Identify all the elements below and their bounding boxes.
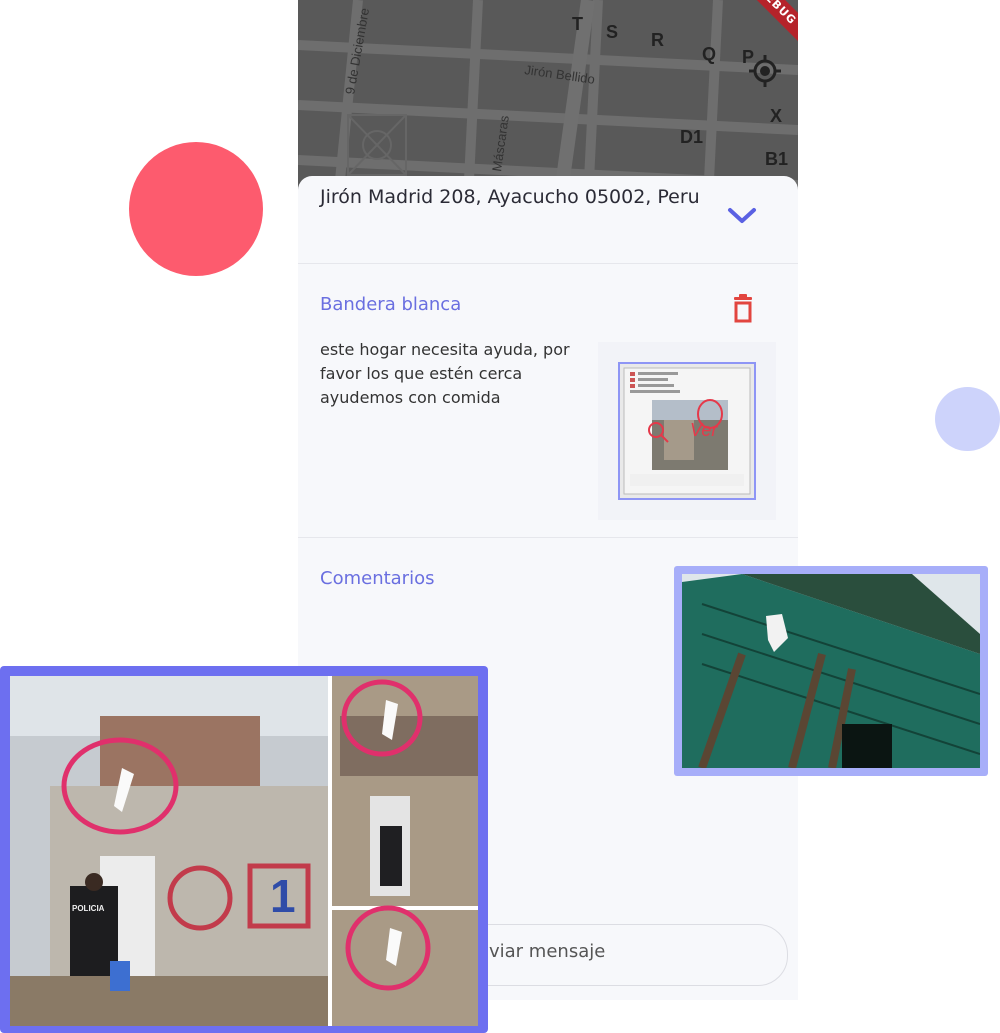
map-label-p: P [742,47,754,67]
trash-icon[interactable] [728,294,758,324]
map-label-t: T [572,14,583,34]
chevron-down-icon[interactable] [724,202,760,228]
map-label-s: S [606,22,618,42]
map-label-b1: B1 [765,149,788,169]
photo-white-flag-collage: 1 POLICIA [10,676,478,1026]
collage-police-label: POLICIA [72,904,105,913]
map-label-q: Q [702,44,716,64]
photo-green-house [682,574,980,768]
map-label-d1: D1 [680,127,703,147]
divider [298,263,798,264]
comments-title: Comentarios [320,568,435,589]
map-streets: T S R Q P X D1 B1 9 de Diciembre Jirón B… [298,0,798,200]
photo-green-house-card [674,566,988,776]
report-thumbnail-container: Ver [598,342,776,520]
thumbnail-overlay-text: Ver [690,420,718,440]
map-label-r: R [651,30,664,50]
report-description: este hogar necesita ayuda, por favor los… [320,340,570,407]
divider [298,537,798,538]
map-view[interactable]: T S R Q P X D1 B1 9 de Diciembre Jirón B… [298,0,798,200]
report-thumbnail[interactable]: Ver [618,362,756,500]
collage-sign-number: 1 [270,870,296,922]
map-label-x: X [770,106,782,126]
photo-white-flag-collage-card: 1 POLICIA [0,666,488,1033]
message-input-placeholder: viar mensaje [489,941,606,962]
address-text: Jirón Madrid 208, Ayacucho 05002, Peru [320,186,700,208]
thumbnail-image: Ver [620,364,754,498]
decorative-red-circle [129,142,263,276]
decorative-blue-circle [935,387,1000,451]
report-title: Bandera blanca [320,294,462,315]
